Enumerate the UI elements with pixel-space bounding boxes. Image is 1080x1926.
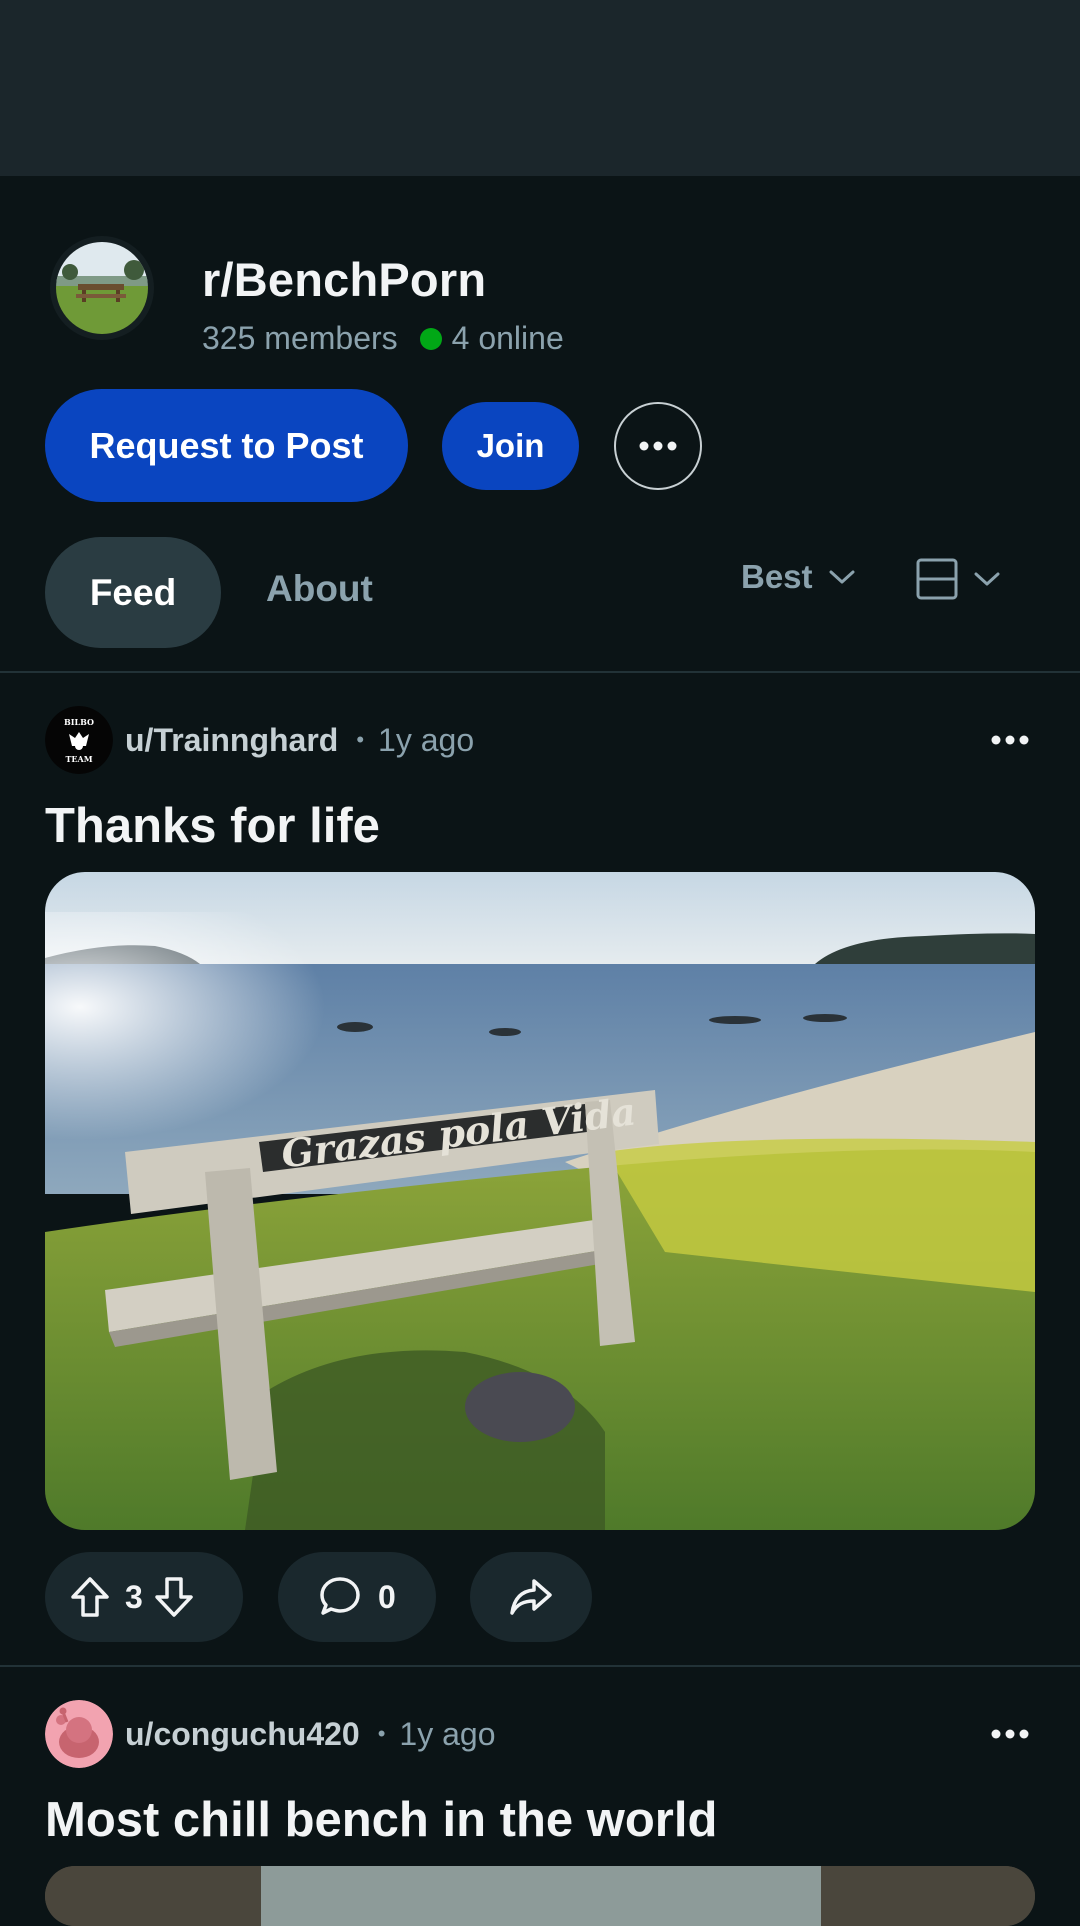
- sort-label: Best: [741, 558, 813, 595]
- subreddit-stats: 325 members 4 online: [202, 320, 564, 357]
- tab-about[interactable]: About: [266, 568, 373, 610]
- top-app-bar: [0, 0, 1080, 176]
- svg-text:BILBO: BILBO: [64, 717, 94, 727]
- svg-text:TEAM: TEAM: [65, 754, 92, 764]
- user-avatar[interactable]: BILBO TEAM: [45, 706, 113, 774]
- post-title[interactable]: Most chill bench in the world: [45, 1792, 717, 1848]
- separator-dot: •: [377, 1721, 386, 1746]
- request-to-post-button[interactable]: Request to Post: [45, 389, 408, 502]
- subreddit-avatar[interactable]: [56, 242, 148, 334]
- more-icon: [991, 1729, 1029, 1739]
- post-image[interactable]: Grazas pola Vida: [45, 872, 1035, 1530]
- sort-dropdown[interactable]: Best: [741, 558, 855, 596]
- post-title[interactable]: Thanks for life: [45, 798, 380, 854]
- subreddit-name: r/BenchPorn: [202, 253, 487, 306]
- post-author[interactable]: u/Trainnghard: [125, 722, 338, 759]
- more-options-button[interactable]: [614, 402, 702, 490]
- comment-count: 0: [378, 1578, 396, 1615]
- view-layout-dropdown[interactable]: [916, 558, 1000, 600]
- post-time: 1y ago: [399, 1715, 496, 1752]
- post-options-button[interactable]: [980, 1714, 1040, 1754]
- post-image[interactable]: [45, 1866, 1035, 1926]
- vote-bar: 3: [45, 1552, 243, 1642]
- post-meta: BILBO TEAM u/Trainnghard • 1y ago: [45, 706, 474, 774]
- post-author[interactable]: u/conguchu420: [125, 1716, 360, 1753]
- more-icon: [991, 735, 1029, 745]
- chevron-down-icon: [974, 572, 1000, 586]
- share-button[interactable]: [470, 1552, 592, 1642]
- post-meta: u/conguchu420 • 1y ago: [45, 1700, 495, 1768]
- more-icon: [639, 441, 677, 451]
- chevron-down-icon: [829, 570, 855, 584]
- divider: [0, 1665, 1080, 1667]
- post-options-button[interactable]: [980, 720, 1040, 760]
- layout-icon: [916, 558, 958, 600]
- vote-count: 3: [125, 1578, 143, 1615]
- divider: [0, 671, 1080, 673]
- user-avatar[interactable]: [45, 1700, 113, 1768]
- tab-feed[interactable]: Feed: [45, 537, 221, 648]
- join-button[interactable]: Join: [442, 402, 579, 490]
- separator-dot: •: [356, 727, 365, 752]
- comments-button[interactable]: 0: [278, 1552, 436, 1642]
- post-time: 1y ago: [378, 721, 475, 758]
- upvote-icon[interactable]: [69, 1575, 111, 1619]
- online-count: 4 online: [451, 320, 564, 356]
- comment-icon: [320, 1577, 360, 1615]
- member-count: 325 members: [202, 320, 398, 356]
- online-indicator-icon: [419, 327, 442, 350]
- downvote-icon[interactable]: [153, 1575, 195, 1619]
- share-icon: [510, 1579, 552, 1615]
